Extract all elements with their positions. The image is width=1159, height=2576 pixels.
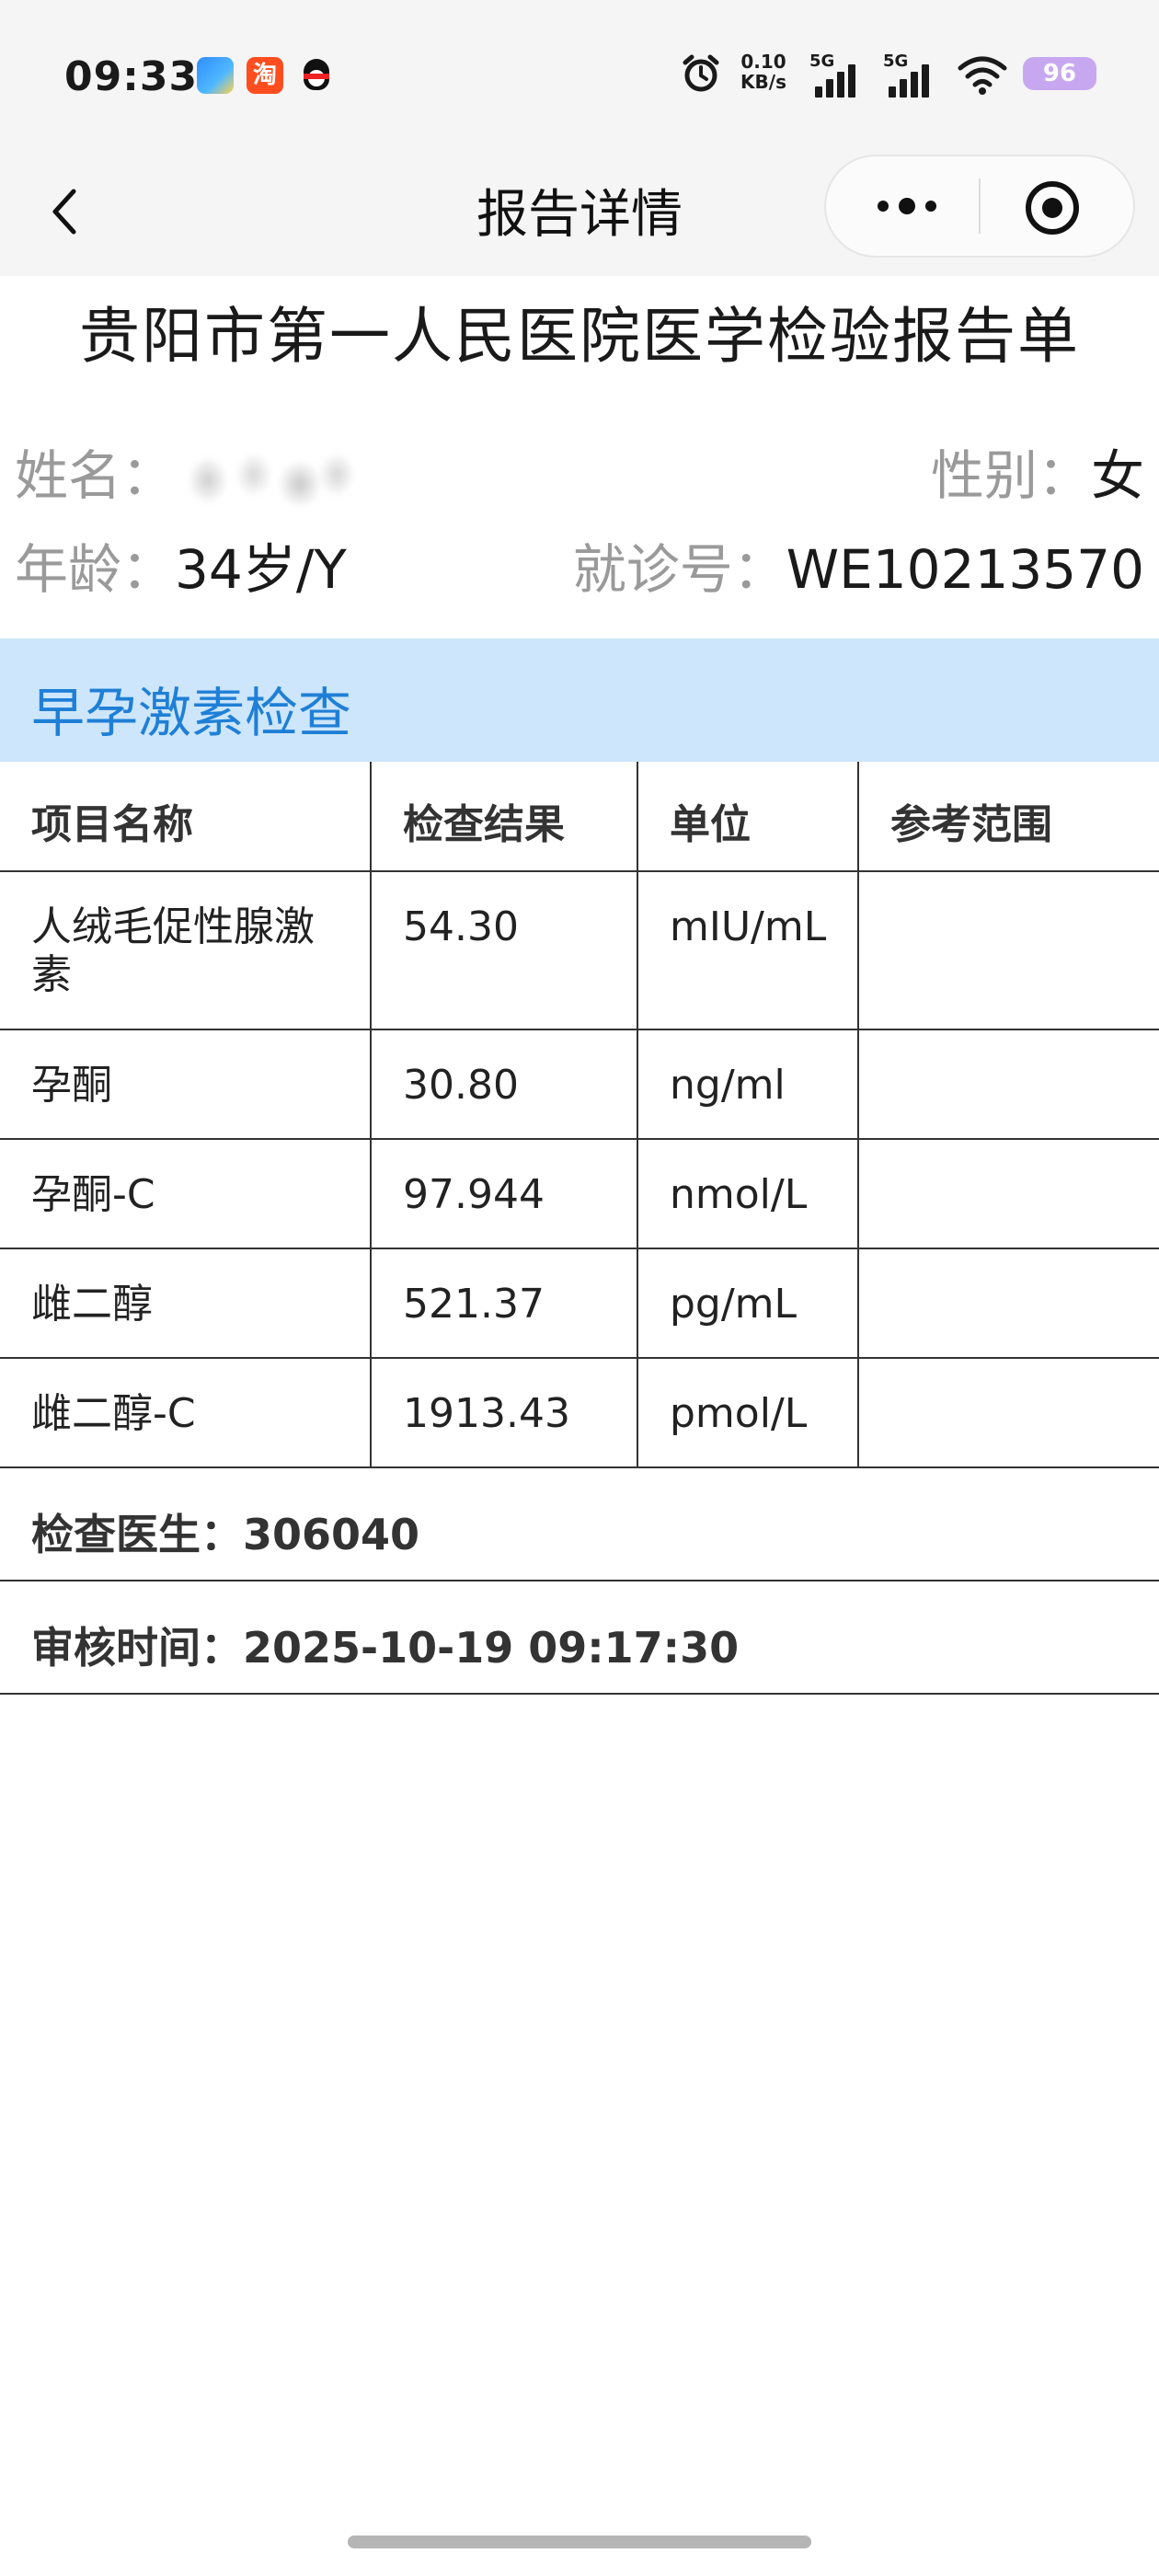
item-name: 雌二醇: [31, 1281, 153, 1328]
signal-icon: 5G: [809, 52, 865, 98]
item-name: 雌二醇-C: [31, 1390, 196, 1437]
reference-range: [857, 1359, 1159, 1466]
table-row: 雌二醇 521.37 pg/mL: [0, 1249, 1159, 1359]
result-value: 30.80: [370, 1030, 637, 1138]
table-row: 人绒毛促性腺激素 54.30 mIU/mL: [0, 872, 1159, 1030]
table-row: 孕酮-C 97.944 nmol/L: [0, 1140, 1159, 1249]
gender-label: 性别：: [930, 444, 1091, 507]
result-value: 521.37: [370, 1249, 637, 1357]
taobao-icon: 淘: [247, 57, 283, 94]
table-row: 雌二醇-C 1913.43 pmol/L: [0, 1359, 1159, 1468]
table-header-row: 项目名称 检查结果 单位 参考范围: [0, 762, 1159, 872]
status-time: 09:33: [64, 53, 199, 100]
report-title: 贵阳市第一人民医院医学检验报告单: [79, 301, 1080, 372]
signal-icon: 5G: [883, 52, 938, 98]
home-indicator[interactable]: [348, 2536, 811, 2548]
name-value-redacted: [180, 446, 356, 512]
result-value: 97.944: [370, 1140, 637, 1248]
unit: nmol/L: [637, 1140, 857, 1248]
status-bar: 09:33 淘 0.10 KB/s 5G 5G 96: [0, 0, 1159, 147]
patient-info-row-1: 姓名： 性别：女: [0, 432, 1159, 512]
table-row: 孕酮 30.80 ng/ml: [0, 1030, 1159, 1140]
alarm-icon: [683, 54, 719, 92]
gender-value: 女: [1090, 444, 1144, 507]
section-header: 早孕激素检查: [0, 638, 1159, 762]
mini-program-capsule: [824, 155, 1135, 258]
unit: ng/ml: [637, 1030, 857, 1138]
target-icon[interactable]: [1023, 178, 1082, 237]
qq-icon: [298, 57, 335, 94]
section-title: 早孕激素检查: [31, 682, 352, 744]
result-value: 1913.43: [370, 1359, 637, 1466]
item-name: 孕酮: [31, 1062, 112, 1109]
more-icon[interactable]: [870, 184, 944, 228]
name-label: 姓名：: [15, 444, 176, 507]
reference-range: [857, 1030, 1159, 1138]
network-speed: 0.10 KB/s: [740, 51, 786, 93]
app-icon: [197, 57, 234, 94]
age-value: 34岁/Y: [175, 538, 347, 601]
item-name: 人绒毛促性腺激素: [31, 903, 315, 998]
capsule-divider: [979, 178, 981, 234]
review-time-text: 审核时间：2025-10-19 09:17:30: [31, 1623, 740, 1673]
visit-number-value: WE10213570: [786, 538, 1144, 601]
wifi-icon: [958, 56, 1007, 95]
visit-number-label: 就诊号：: [572, 538, 786, 601]
unit: pg/mL: [637, 1249, 857, 1357]
column-header: 参考范围: [857, 762, 1159, 870]
column-header: 项目名称: [31, 801, 193, 848]
reference-range: [857, 1249, 1159, 1357]
doctor-text: 检查医生：306040: [31, 1510, 420, 1559]
review-time-row: 审核时间：2025-10-19 09:17:30: [0, 1581, 1159, 1695]
patient-info-row-2: 年龄：34岁/Y 就诊号：WE10213570: [0, 526, 1159, 601]
column-header: 检查结果: [370, 762, 637, 870]
reference-range: [857, 872, 1159, 1029]
unit: mIU/mL: [637, 872, 857, 1029]
unit: pmol/L: [637, 1359, 857, 1466]
results-table: 项目名称 检查结果 单位 参考范围 人绒毛促性腺激素 54.30 mIU/mL …: [0, 762, 1159, 1695]
item-name: 孕酮-C: [31, 1171, 155, 1218]
age-label: 年龄：: [15, 538, 176, 601]
battery-icon: 96: [1023, 57, 1096, 90]
reference-range: [857, 1140, 1159, 1248]
doctor-row: 检查医生：306040: [0, 1468, 1159, 1581]
column-header: 单位: [637, 762, 857, 870]
result-value: 54.30: [370, 872, 637, 1029]
nav-bar: 报告详情: [0, 147, 1159, 276]
